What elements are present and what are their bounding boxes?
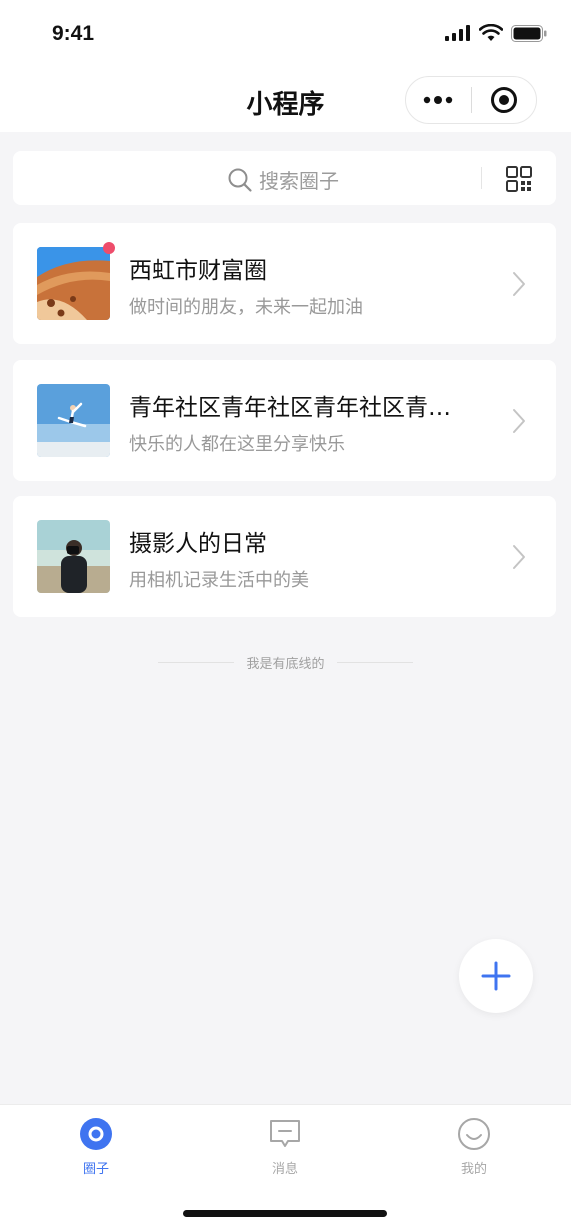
- more-button[interactable]: [406, 77, 471, 123]
- chevron-right-icon: [513, 545, 525, 569]
- photographer-photo: [37, 520, 110, 593]
- nav-bar: 小程序: [0, 70, 571, 132]
- plus-icon: [481, 961, 511, 991]
- chevron-right-icon: [513, 272, 525, 296]
- qr-scan-button[interactable]: [505, 165, 533, 193]
- smile-icon: [458, 1118, 490, 1150]
- signal-icon: [445, 25, 470, 41]
- tab-profile[interactable]: 我的: [434, 1117, 514, 1177]
- list-end-indicator: 我是有底线的: [0, 653, 571, 672]
- target-icon: [490, 87, 517, 113]
- add-circle-button[interactable]: [459, 939, 533, 1013]
- circle-title: 青年社区青年社区青年社区青…: [129, 395, 451, 421]
- wifi-icon: [479, 24, 503, 41]
- circle-subtitle: 快乐的人都在这里分享快乐: [129, 434, 345, 455]
- list-end-text: 我是有底线的: [246, 657, 325, 672]
- circle-card[interactable]: 青年社区青年社区青年社区青… 快乐的人都在这里分享快乐: [13, 360, 556, 481]
- circle-card[interactable]: 摄影人的日常 用相机记录生活中的美: [13, 496, 556, 617]
- status-bar: 9:41: [0, 0, 571, 70]
- search-bar[interactable]: 搜索圈子: [13, 151, 556, 205]
- qr-code-icon: [506, 166, 532, 192]
- tab-label: 我的: [460, 1162, 487, 1177]
- tab-messages[interactable]: 消息: [245, 1117, 325, 1177]
- dancer-photo: [37, 384, 110, 457]
- chevron-right-icon: [513, 409, 525, 433]
- circle-title: 西虹市财富圈: [129, 258, 267, 284]
- tab-circles[interactable]: 圈子: [56, 1117, 136, 1177]
- more-dots-icon: [424, 96, 453, 104]
- search-placeholder: 搜索圈子: [259, 169, 339, 193]
- battery-icon: [511, 24, 547, 42]
- end-rule-left: [158, 662, 235, 663]
- circle-subtitle: 用相机记录生活中的美: [129, 570, 309, 591]
- home-indicator: [183, 1210, 387, 1217]
- tab-label: 圈子: [82, 1162, 109, 1177]
- status-time: 9:41: [52, 22, 95, 45]
- tab-label: 消息: [271, 1162, 298, 1177]
- circle-thumbnail: [37, 247, 110, 320]
- status-icons: [445, 24, 547, 42]
- circle-subtitle: 做时间的朋友，未来一起加油: [129, 297, 363, 318]
- unread-badge: [103, 242, 115, 254]
- architecture-photo: [37, 247, 110, 320]
- capsule-menu: [405, 76, 537, 124]
- search-icon: [228, 168, 252, 192]
- message-icon: [270, 1120, 300, 1147]
- close-miniprogram-button[interactable]: [472, 77, 537, 123]
- circle-thumbnail: [37, 520, 110, 593]
- circle-thumbnail: [37, 384, 110, 457]
- circle-tab-icon: [80, 1118, 112, 1150]
- end-rule-right: [336, 662, 413, 663]
- search-field[interactable]: 搜索圈子: [227, 165, 339, 194]
- circle-card[interactable]: 西虹市财富圈 做时间的朋友，未来一起加油: [13, 223, 556, 344]
- search-divider: [481, 167, 482, 189]
- tab-bar: 圈子 消息 我的: [0, 1104, 571, 1231]
- circle-title: 摄影人的日常: [129, 531, 267, 557]
